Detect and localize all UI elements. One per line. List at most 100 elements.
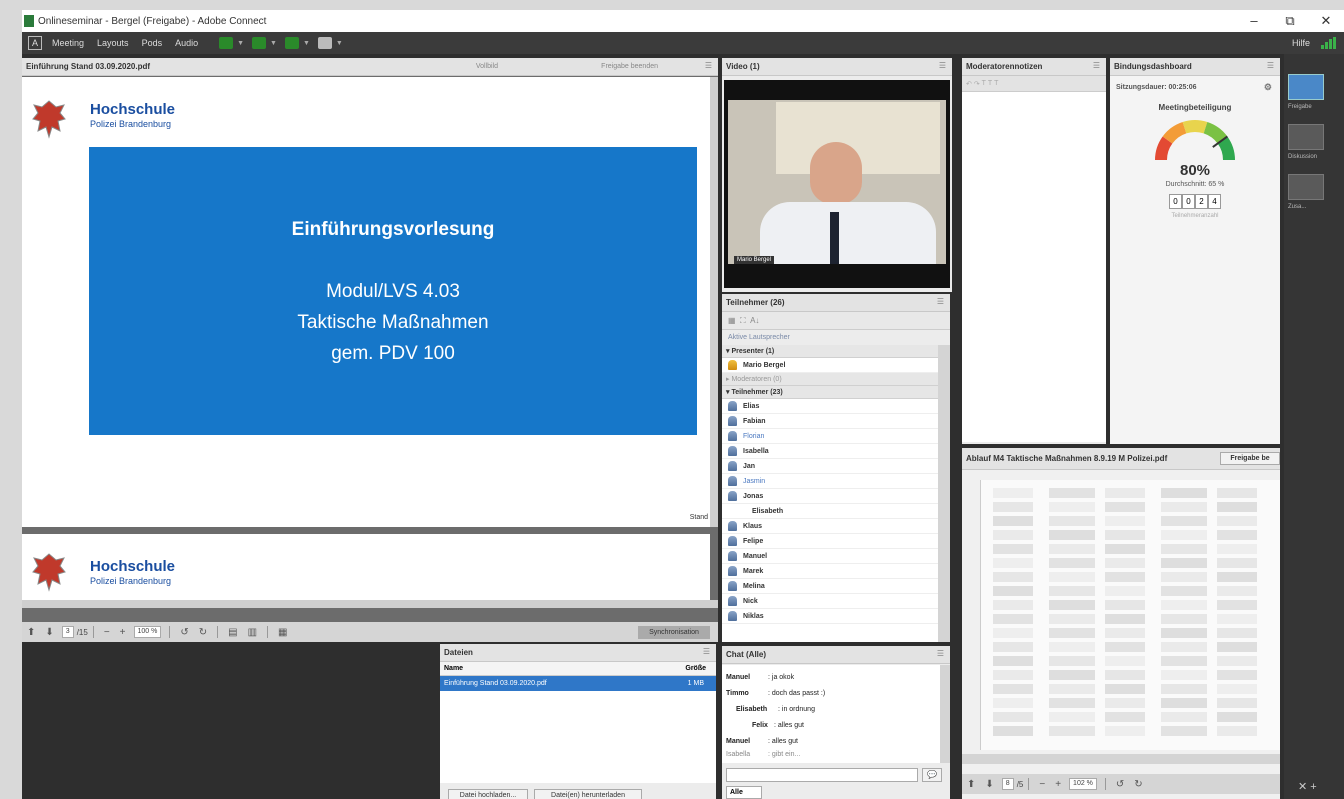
file-row[interactable]: Einführung Stand 03.09.2020.pdf 1 MB xyxy=(440,676,716,691)
participant-row[interactable]: Jonas xyxy=(722,489,938,504)
send-message-icon[interactable]: 💬 xyxy=(922,768,942,782)
participant-row[interactable]: Marek xyxy=(722,564,938,579)
rotate-left-icon[interactable]: ↺ xyxy=(1116,779,1124,790)
pdf-zoom-select[interactable]: 102 % xyxy=(1069,778,1097,790)
presenter-row[interactable]: Mario Bergel xyxy=(722,358,938,373)
files-pod-title: Dateien xyxy=(444,648,473,657)
zoom-out-icon[interactable]: − xyxy=(1039,779,1045,790)
pod-menu-icon[interactable]: ☰ xyxy=(937,297,944,306)
participant-row[interactable]: Nick xyxy=(722,594,938,609)
expand-icon[interactable]: ⛶ xyxy=(740,316,746,326)
pod-menu-icon[interactable]: ☰ xyxy=(1093,61,1100,70)
chat-input[interactable] xyxy=(726,768,918,782)
col-name[interactable]: Name xyxy=(444,665,463,672)
redo-icon[interactable]: ↷ xyxy=(974,80,980,88)
pdf-share-button[interactable]: Freigabe be xyxy=(1220,452,1280,465)
participant-row[interactable]: Elias xyxy=(722,399,938,414)
prev-page-icon[interactable]: ⬆ xyxy=(967,779,975,790)
fullscreen-button[interactable]: Vollbild xyxy=(476,63,498,70)
pod-menu-icon[interactable]: ☰ xyxy=(937,649,944,658)
participant-row[interactable]: Fabian xyxy=(722,414,938,429)
list-view-icon[interactable]: ▦ xyxy=(728,316,736,325)
raise-hand-control[interactable]: ▼ xyxy=(317,36,343,50)
blurred-table-cell xyxy=(1105,670,1145,680)
maximize-button[interactable]: ⧉ xyxy=(1272,10,1308,32)
col-size[interactable]: Größe xyxy=(685,665,706,672)
pod-menu-icon[interactable]: ☰ xyxy=(1267,61,1274,70)
blurred-table-cell xyxy=(1217,642,1257,652)
speaker-control[interactable]: ▼ xyxy=(219,36,244,50)
pod-menu-icon[interactable]: ☰ xyxy=(703,647,710,656)
menu-pods[interactable]: Pods xyxy=(142,38,163,48)
participant-row[interactable]: Klaus xyxy=(722,519,938,534)
minimize-button[interactable]: – xyxy=(1236,10,1272,32)
layout-discussion-thumb[interactable] xyxy=(1288,124,1324,150)
participant-row[interactable]: Manuel xyxy=(722,549,938,564)
pod-menu-icon[interactable]: ☰ xyxy=(705,61,712,70)
participant-row[interactable]: Jan xyxy=(722,459,938,474)
user-icon xyxy=(728,476,737,486)
blurred-table-cell xyxy=(993,670,1033,680)
notes-body[interactable] xyxy=(962,92,1106,442)
chat-scrollbar[interactable] xyxy=(940,665,950,763)
section-hosts[interactable]: ▸ Moderatoren (0) xyxy=(722,373,938,386)
pdf-scrollbar[interactable] xyxy=(962,754,1280,764)
layout-collab-thumb[interactable] xyxy=(1288,174,1324,200)
microphone-control[interactable]: ▼ xyxy=(252,36,277,50)
sync-button[interactable]: Synchronisation xyxy=(638,626,710,639)
participant-row[interactable]: Niklas xyxy=(722,609,938,624)
prev-page-icon[interactable]: ⬆ xyxy=(27,627,35,638)
chat-tab-all[interactable]: Alle xyxy=(726,786,762,799)
fit-width-icon[interactable]: ▤ xyxy=(228,627,237,638)
menu-audio[interactable]: Audio xyxy=(175,38,198,48)
chat-message: Manuel: alles gut xyxy=(726,737,798,745)
participant-row[interactable]: Melina xyxy=(722,579,938,594)
next-page-icon[interactable]: ⬇ xyxy=(985,779,993,790)
participant-row[interactable]: Isabella xyxy=(722,444,938,459)
upload-file-button[interactable]: Datei hochladen... xyxy=(448,789,528,799)
download-files-button[interactable]: Datei(en) herunterladen xyxy=(534,789,642,799)
zoom-in-icon[interactable]: + xyxy=(120,627,126,638)
section-presenters[interactable]: ▾ Presenter (1) xyxy=(722,345,938,358)
bold-icon[interactable]: T xyxy=(982,80,986,87)
thumbnails-icon[interactable]: ▦ xyxy=(278,627,287,638)
next-page-icon[interactable]: ⬇ xyxy=(45,627,53,638)
rotate-right-icon[interactable]: ↻ xyxy=(199,627,207,638)
rotate-left-icon[interactable]: ↺ xyxy=(180,627,188,638)
stop-sharing-button[interactable]: Freigabe beenden xyxy=(601,63,658,70)
menu-meeting[interactable]: Meeting xyxy=(52,38,84,48)
close-button[interactable]: ✕ xyxy=(1308,10,1344,32)
participants-scrollbar[interactable] xyxy=(938,345,950,642)
rotate-right-icon[interactable]: ↻ xyxy=(1134,779,1142,790)
tools-icon[interactable]: ✕ + xyxy=(1298,780,1317,793)
participant-row[interactable]: Elisabeth xyxy=(722,504,938,519)
slide-scrollbar[interactable] xyxy=(710,77,718,527)
horizontal-scrollbar[interactable] xyxy=(22,600,718,608)
menu-layouts[interactable]: Layouts xyxy=(97,38,129,48)
sort-icon[interactable]: A↓ xyxy=(750,316,759,325)
chevron-down-icon: ▼ xyxy=(302,39,310,47)
engagement-value: 80% xyxy=(1179,162,1211,179)
help-link[interactable]: Hilfe xyxy=(1292,38,1310,48)
layout-sharing-thumb[interactable] xyxy=(1288,74,1324,100)
underline-icon[interactable]: T xyxy=(994,80,998,87)
fit-page-icon[interactable]: ▥ xyxy=(248,627,257,638)
user-icon xyxy=(728,536,737,546)
participant-row[interactable]: Florian xyxy=(722,429,938,444)
gear-icon[interactable]: ⚙ xyxy=(1264,82,1272,93)
zoom-out-icon[interactable]: − xyxy=(104,627,110,638)
participant-row[interactable]: Felipe xyxy=(722,534,938,549)
zoom-select[interactable]: 100 % xyxy=(133,626,162,638)
page-input[interactable]: 3 xyxy=(61,626,74,638)
connect-logo[interactable]: A xyxy=(28,36,42,50)
section-participants[interactable]: ▾ Teilnehmer (23) xyxy=(722,386,938,399)
camera-control[interactable]: ▼ xyxy=(284,36,310,50)
undo-icon[interactable]: ↶ xyxy=(966,80,972,88)
italic-icon[interactable]: T xyxy=(988,80,992,87)
blurred-table-cell xyxy=(1161,530,1207,540)
slide-line-3: gem. PDV 100 xyxy=(331,343,455,364)
zoom-in-icon[interactable]: + xyxy=(1055,779,1061,790)
pdf-page-input[interactable]: 8 xyxy=(1001,778,1014,790)
participant-row[interactable]: Jasmin xyxy=(722,474,938,489)
pod-menu-icon[interactable]: ☰ xyxy=(939,61,946,70)
